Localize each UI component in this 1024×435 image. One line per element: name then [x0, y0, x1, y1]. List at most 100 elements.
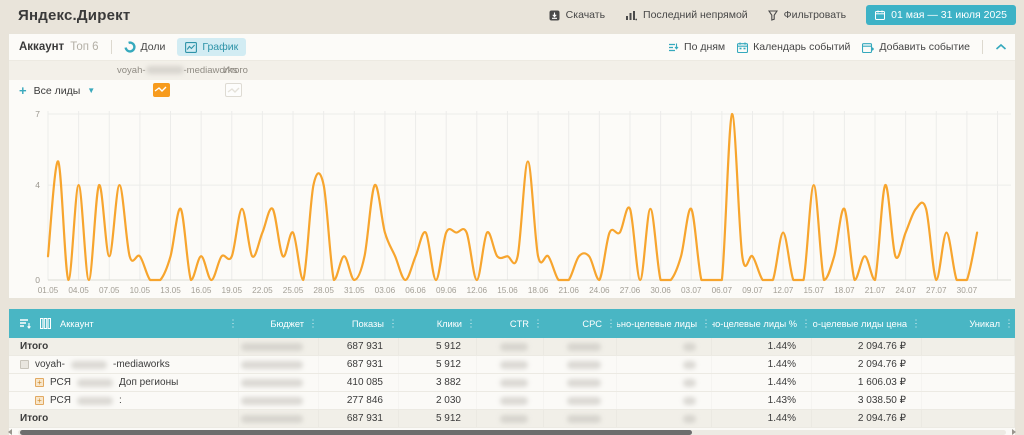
column-header-cpc[interactable]: CPC ⋮ — [544, 309, 617, 338]
cell-ctr — [477, 356, 544, 373]
legend-column-headers: voyah--mediaworks Итого — [9, 61, 1015, 80]
table-row[interactable]: Итого687 9315 9121.44%2 094.76 ₽ — [9, 410, 1015, 428]
column-header-unique_leads_pct[interactable]: Уникально-целевые лиды %⋮ — [712, 309, 812, 338]
column-header-clicks[interactable]: Клики ⋮ — [399, 309, 477, 338]
redacted-value — [241, 415, 303, 423]
column-menu-icon[interactable]: ⋮ — [1004, 318, 1014, 329]
svg-text:7: 7 — [35, 109, 40, 119]
column-header-account[interactable]: Аккаунт⋮ — [9, 309, 239, 338]
table-row[interactable]: voyah--mediaworks687 9315 9121.44%2 094.… — [9, 356, 1015, 374]
cell-clicks: 5 912 — [399, 356, 477, 373]
expand-row-icon[interactable]: + — [35, 396, 44, 405]
line-chart-icon — [185, 42, 197, 53]
table-row[interactable]: +РСЯ:277 8462 0301.43%3 038.50 ₽ — [9, 392, 1015, 410]
svg-text:24.07: 24.07 — [895, 286, 916, 295]
redacted-text — [77, 397, 113, 405]
column-menu-icon[interactable]: ⋮ — [533, 318, 543, 329]
cell-unique_leads — [617, 392, 712, 409]
column-label: Уникал — [969, 319, 1000, 329]
cell-impressions: 687 931 — [319, 338, 399, 355]
column-menu-icon[interactable]: ⋮ — [466, 318, 476, 329]
column-menu-icon[interactable]: ⋮ — [911, 318, 921, 329]
row-label: voyah- — [35, 359, 65, 370]
redacted-value — [567, 343, 601, 351]
calendar-icon — [737, 42, 748, 53]
table-header-row: Аккаунт⋮Бюджет⋮Показы⋮Клики⋮CTR⋮CPC⋮Уник… — [9, 309, 1015, 338]
series-toggle-account[interactable] — [153, 83, 170, 97]
download-icon — [549, 10, 560, 21]
chart-toolbar: Аккаунт Топ 6 Доли График По дн — [9, 34, 1015, 61]
redacted-value — [500, 397, 528, 405]
scrollbar-track[interactable] — [18, 430, 1006, 435]
column-menu-icon[interactable]: ⋮ — [801, 318, 811, 329]
chevron-down-icon[interactable]: ▼ — [87, 86, 95, 95]
row-label: Итого — [20, 341, 48, 352]
attribution-button[interactable]: Последний непрямой — [625, 9, 748, 21]
series-line — [48, 114, 977, 280]
row-checkbox[interactable] — [20, 360, 29, 369]
row-label-suffix: Доп регионы — [119, 377, 178, 388]
graph-tab[interactable]: График — [177, 38, 246, 56]
scroll-left-arrow[interactable] — [8, 429, 12, 435]
column-label: Клики — [437, 319, 462, 329]
svg-text:15.07: 15.07 — [804, 286, 825, 295]
column-menu-icon[interactable]: ⋮ — [228, 318, 238, 329]
column-header-unique_leads[interactable]: Уникально-целевые лиды⋮ — [617, 309, 712, 338]
cell-unique_leads_price: 2 094.76 ₽ — [812, 356, 922, 373]
column-header-unique_leads_price[interactable]: Уникально-целевые лиды цена⋮ — [812, 309, 922, 338]
cell-cpc — [544, 338, 617, 355]
collapse-chevron-up[interactable] — [995, 43, 1007, 51]
column-menu-icon[interactable]: ⋮ — [606, 318, 616, 329]
horizontal-scrollbar[interactable] — [8, 429, 1016, 435]
column-header-extra[interactable]: Уникал ⋮ — [922, 309, 1015, 338]
cell-impressions: 277 846 — [319, 392, 399, 409]
shares-tab[interactable]: Доли — [124, 41, 166, 53]
expand-row-icon[interactable]: + — [35, 378, 44, 387]
redacted-value — [241, 361, 303, 369]
chart-area[interactable]: 01.0504.0507.0510.0513.0516.0519.0522.05… — [9, 103, 1015, 299]
series-toggle-total[interactable] — [225, 83, 242, 97]
cell-cpc — [544, 374, 617, 391]
column-menu-icon[interactable]: ⋮ — [388, 318, 398, 329]
sort-rows-icon[interactable] — [19, 318, 31, 329]
svg-text:18.06: 18.06 — [528, 286, 549, 295]
columns-icon[interactable] — [40, 318, 51, 329]
cell-unique_leads — [617, 338, 712, 355]
filter-button[interactable]: Фильтровать — [768, 9, 846, 21]
cell-extra — [922, 410, 1015, 427]
svg-text:27.06: 27.06 — [620, 286, 641, 295]
column-menu-icon[interactable]: ⋮ — [308, 318, 318, 329]
redacted-value — [241, 343, 303, 351]
column-header-budget[interactable]: Бюджет⋮ — [239, 309, 319, 338]
redacted-value — [683, 397, 696, 405]
granularity-icon — [668, 42, 679, 53]
by-days-button[interactable]: По дням — [668, 41, 725, 53]
cell-unique_leads_pct: 1.44% — [712, 410, 812, 427]
cell-cpc — [544, 392, 617, 409]
table-row[interactable]: Итого687 9315 9121.44%2 094.76 ₽ — [9, 338, 1015, 356]
date-range-button[interactable]: 01 мая — 31 июля 2025 — [866, 5, 1016, 25]
column-menu-icon[interactable]: ⋮ — [701, 318, 711, 329]
scroll-right-arrow[interactable] — [1012, 429, 1016, 435]
redacted-text — [77, 379, 113, 387]
cell-extra — [922, 338, 1015, 355]
svg-text:27.07: 27.07 — [926, 286, 947, 295]
legend-total-column[interactable]: Итого — [223, 65, 248, 76]
events-calendar-button[interactable]: Календарь событий — [737, 41, 850, 53]
table-row[interactable]: +РСЯДоп регионы410 0853 8821.44%1 606.03… — [9, 374, 1015, 392]
svg-text:04.05: 04.05 — [68, 286, 89, 295]
entity-label: Аккаунт — [19, 41, 64, 53]
redacted-value — [683, 379, 696, 387]
row-label: Итого — [20, 413, 48, 424]
add-metric-icon[interactable]: + — [19, 84, 27, 97]
add-event-button[interactable]: Добавить событие — [862, 41, 970, 53]
svg-text:07.05: 07.05 — [99, 286, 120, 295]
redacted-value — [500, 415, 528, 423]
scrollbar-thumb[interactable] — [20, 430, 692, 435]
column-header-ctr[interactable]: CTR⋮ — [477, 309, 544, 338]
funnel-icon — [768, 10, 778, 21]
download-button[interactable]: Скачать — [549, 9, 605, 21]
column-header-impressions[interactable]: Показы⋮ — [319, 309, 399, 338]
legend-account-column[interactable]: voyah--mediaworks — [117, 65, 237, 76]
column-label: CPC — [582, 319, 602, 329]
